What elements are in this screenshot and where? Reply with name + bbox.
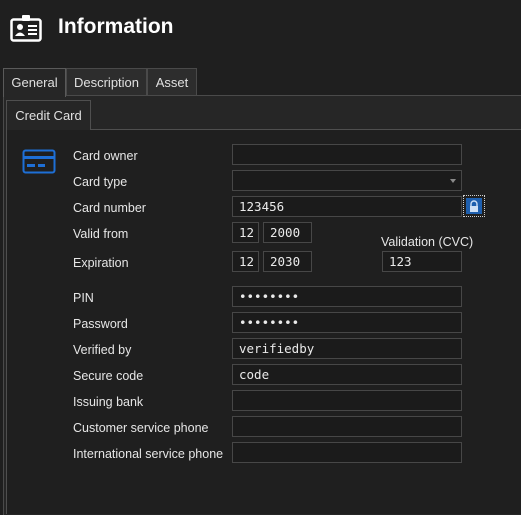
card-type-select[interactable] [232,170,462,191]
secure-code-field[interactable]: code [232,364,462,385]
password-label: Password [73,317,128,331]
valid-from-year-field[interactable]: 2000 [263,222,312,243]
pin-field[interactable]: •••••••• [232,286,462,307]
tab-description[interactable]: Description [66,68,147,95]
expiration-month-field[interactable]: 12 [232,251,259,272]
international-service-phone-label: International service phone [73,447,224,461]
pin-label: PIN [73,291,94,305]
valid-from-label: Valid from [73,227,129,241]
page-title: Information [58,15,174,38]
card-number-field[interactable]: 123456 [232,196,462,217]
tab-asset[interactable]: Asset [147,68,197,95]
password-field[interactable]: •••••••• [232,312,462,333]
customer-service-phone-field[interactable] [232,416,462,437]
secure-code-label: Secure code [73,369,144,383]
lock-button[interactable] [463,195,485,217]
cvc-label: Validation (CVC) [381,235,474,249]
verified-by-field[interactable]: verifiedby [232,338,462,359]
cvc-field[interactable]: 123 [382,251,462,272]
card-type-label: Card type [73,175,128,189]
customer-service-phone-label: Customer service phone [73,421,209,435]
expiration-label: Expiration [73,256,129,270]
card-number-label: Card number [73,201,146,215]
issuing-bank-label: Issuing bank [73,395,144,409]
header: Information [0,0,521,62]
chevron-down-icon[interactable] [450,179,456,183]
card-owner-label: Card owner [73,149,138,163]
id-card-icon [10,15,42,42]
credit-card-icon [22,149,56,174]
issuing-bank-field[interactable] [232,390,462,411]
expiration-year-field[interactable]: 2030 [263,251,312,272]
card-owner-field[interactable] [232,144,462,165]
lock-icon [466,198,482,214]
international-service-phone-field[interactable] [232,442,462,463]
verified-by-label: Verified by [73,343,132,357]
valid-from-month-field[interactable]: 12 [232,222,259,243]
tab-credit-card[interactable]: Credit Card [6,100,91,130]
tab-general[interactable]: General [3,68,66,97]
